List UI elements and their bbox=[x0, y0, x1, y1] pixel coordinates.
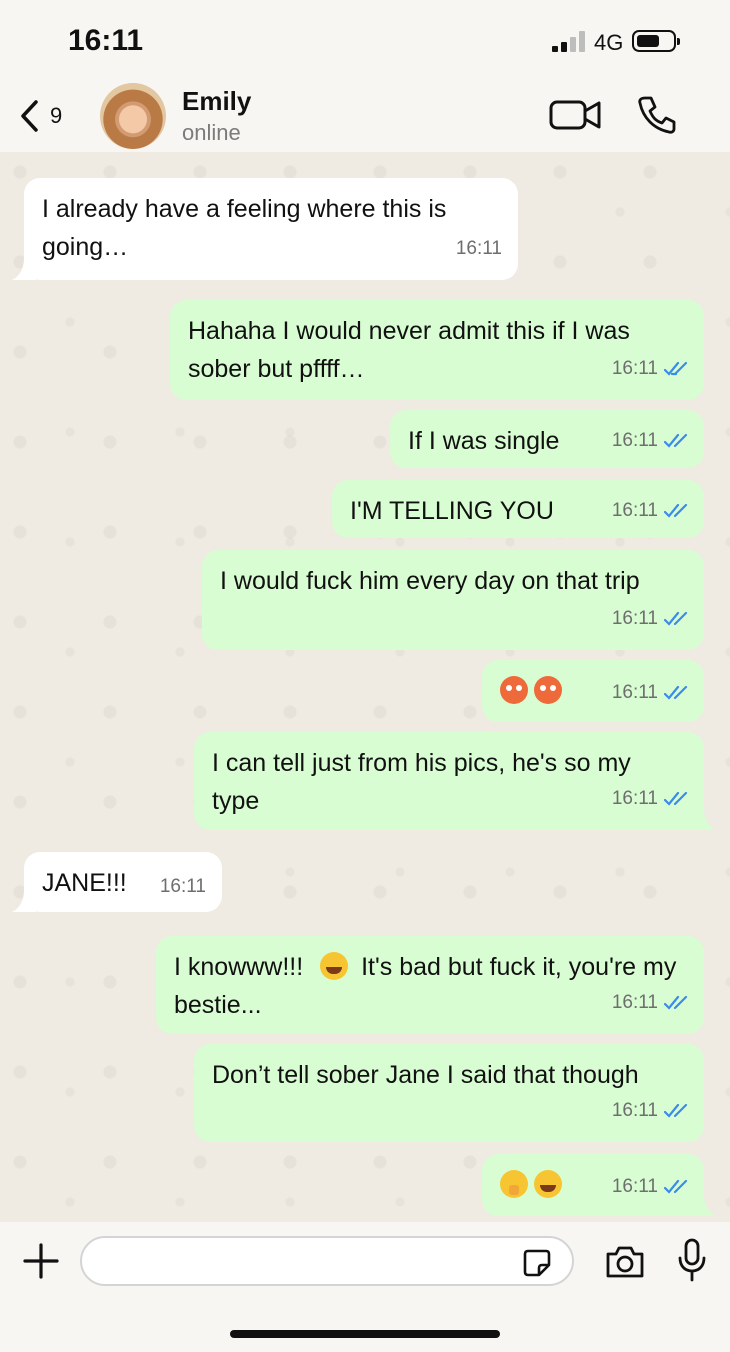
message-time: 16:11 bbox=[611, 500, 658, 521]
read-receipt-icon bbox=[664, 433, 688, 448]
read-receipt-icon bbox=[664, 361, 688, 376]
message-time: 16:11 bbox=[611, 608, 658, 629]
plus-icon[interactable] bbox=[22, 1242, 60, 1280]
message-text: I knowww!!! bbox=[174, 953, 304, 981]
read-receipt-icon bbox=[664, 1103, 688, 1118]
read-receipt-icon bbox=[664, 995, 688, 1010]
message-bubble[interactable]: JANE!!! 16:11 bbox=[12, 852, 222, 912]
message-text: If I was single bbox=[408, 427, 560, 455]
message-bubble[interactable]: 16:11 bbox=[482, 660, 704, 722]
hot-face-emoji bbox=[500, 676, 528, 704]
contact-name[interactable]: Emily bbox=[182, 86, 251, 117]
message-bubble[interactable]: If I was single 16:11 bbox=[390, 410, 704, 468]
message-bubble[interactable]: Hahaha I would never admit this if I was… bbox=[170, 300, 704, 400]
message-bubble[interactable]: 16:11 bbox=[482, 1154, 716, 1216]
unread-count: 9 bbox=[50, 103, 63, 128]
message-bubble[interactable]: I knowww!!! It's bad but fuck it, you're… bbox=[156, 936, 704, 1034]
message-bubble[interactable]: I'M TELLING YOU 16:11 bbox=[332, 480, 704, 538]
message-time: 16:11 bbox=[455, 238, 502, 259]
chat-header: 9 Emily online bbox=[0, 80, 730, 152]
bubble-tail bbox=[12, 890, 36, 912]
home-indicator[interactable] bbox=[230, 1330, 500, 1338]
laughing-emoji bbox=[320, 952, 349, 980]
bubble-tail bbox=[692, 1194, 716, 1216]
battery-icon bbox=[632, 30, 680, 52]
read-receipt-icon bbox=[664, 1179, 688, 1194]
avatar[interactable] bbox=[100, 83, 166, 149]
message-text: Hahaha I would never admit this if I was… bbox=[188, 317, 630, 383]
message-text: I can tell just from his pics, he's so m… bbox=[212, 749, 631, 815]
status-time: 16:11 bbox=[68, 24, 144, 57]
message-input[interactable] bbox=[80, 1236, 574, 1286]
back-chevron-icon bbox=[21, 100, 38, 132]
message-time: 16:11 bbox=[159, 876, 206, 897]
network-type: 4G bbox=[594, 30, 624, 55]
message-text: I would fuck him every day on that trip bbox=[220, 567, 640, 595]
back-button[interactable]: 9 bbox=[18, 80, 88, 152]
message-time: 16:11 bbox=[611, 1100, 658, 1121]
message-text: I'M TELLING YOU bbox=[350, 497, 554, 525]
read-receipt-icon bbox=[664, 685, 688, 700]
message-time: 16:11 bbox=[611, 992, 658, 1013]
laughing-emoji bbox=[534, 1170, 562, 1198]
status-bar: 16:11 4G bbox=[0, 0, 730, 80]
message-time: 16:11 bbox=[611, 358, 658, 379]
read-receipt-icon bbox=[664, 791, 688, 806]
read-receipt-icon bbox=[664, 503, 688, 518]
read-receipt-icon bbox=[664, 611, 688, 626]
contact-status: online bbox=[182, 120, 241, 145]
bubble-tail bbox=[12, 258, 36, 280]
message-time: 16:11 bbox=[611, 1176, 658, 1197]
bubble-tail bbox=[692, 808, 716, 830]
video-call-icon[interactable] bbox=[548, 98, 602, 132]
hot-face-emoji bbox=[534, 676, 562, 704]
sticker-icon[interactable] bbox=[522, 1248, 552, 1278]
phone-icon[interactable] bbox=[636, 94, 678, 136]
message-bubble[interactable]: I already have a feeling where this is g… bbox=[12, 178, 518, 280]
message-text: Don’t tell sober Jane I said that though bbox=[212, 1061, 639, 1089]
message-bubble[interactable]: I would fuck him every day on that trip … bbox=[202, 550, 704, 650]
message-time: 16:11 bbox=[611, 788, 658, 809]
message-time: 16:11 bbox=[611, 682, 658, 703]
signal-strength-icon bbox=[552, 30, 586, 52]
message-text: JANE!!! bbox=[42, 869, 127, 897]
shushing-face-emoji bbox=[500, 1170, 528, 1198]
microphone-icon[interactable] bbox=[676, 1238, 708, 1282]
chat-area: I already have a feeling where this is g… bbox=[0, 152, 730, 1222]
message-bubble[interactable]: I can tell just from his pics, he's so m… bbox=[194, 732, 716, 830]
message-bubble[interactable]: Don’t tell sober Jane I said that though… bbox=[194, 1044, 704, 1142]
message-time: 16:11 bbox=[611, 430, 658, 451]
message-text: I already have a feeling where this is g… bbox=[42, 195, 447, 261]
camera-icon[interactable] bbox=[604, 1244, 646, 1280]
